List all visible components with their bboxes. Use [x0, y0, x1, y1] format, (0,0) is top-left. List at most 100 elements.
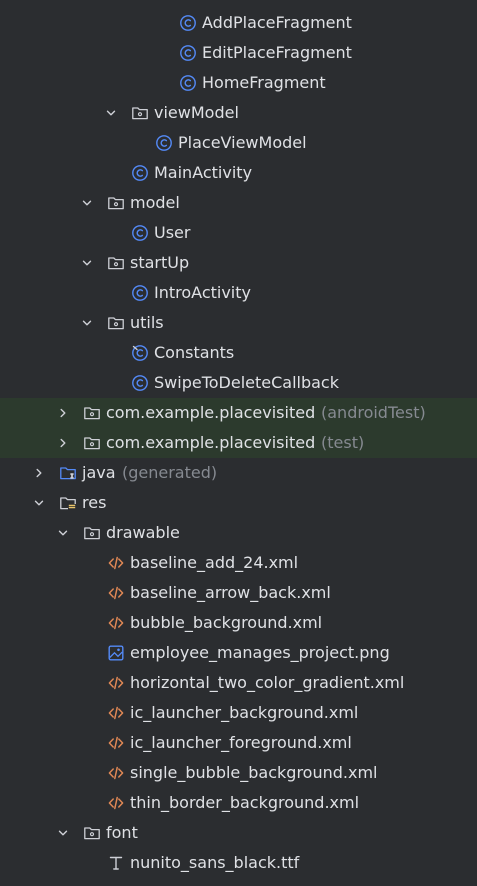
- tree-row[interactable]: drawable: [0, 518, 477, 548]
- class-icon: [131, 284, 149, 302]
- tree-item-label: MainActivity: [154, 163, 253, 182]
- tree-row[interactable]: IntroActivity: [0, 278, 477, 308]
- tree-row[interactable]: utils: [0, 308, 477, 338]
- package-folder-icon: [83, 404, 101, 422]
- tree-row[interactable]: com.example.placevisited (test): [0, 428, 477, 458]
- tree-row[interactable]: viewModel: [0, 98, 477, 128]
- tree-item-label: single_bubble_background.xml: [130, 763, 378, 782]
- tree-row[interactable]: PlaceViewModel: [0, 128, 477, 158]
- class-icon: [131, 164, 149, 182]
- class-icon: [131, 224, 149, 242]
- tree-item-label: baseline_add_24.xml: [130, 553, 299, 572]
- tree-row[interactable]: ic_launcher_foreground.xml: [0, 728, 477, 758]
- tree-row[interactable]: AddPlaceFragment: [0, 8, 477, 38]
- tree-item-label: EditPlaceFragment: [202, 43, 352, 62]
- xml-file-icon: [107, 764, 125, 782]
- chevron-down-icon[interactable]: [80, 308, 94, 338]
- tree-row[interactable]: Constants: [0, 338, 477, 368]
- chevron-down-icon[interactable]: [56, 818, 70, 848]
- xml-file-icon: [107, 674, 125, 692]
- tree-item-label: res: [82, 493, 107, 512]
- xml-file-icon: [107, 554, 125, 572]
- generated-source-folder-icon: [59, 464, 77, 482]
- tree-item-suffix: (generated): [122, 463, 218, 482]
- tree-row[interactable]: User: [0, 218, 477, 248]
- tree-item-label: nunito_sans_black.ttf: [130, 853, 300, 872]
- xml-file-icon: [107, 734, 125, 752]
- package-folder-icon: [107, 194, 125, 212]
- xml-file-icon: [107, 704, 125, 722]
- tree-item-label: viewModel: [154, 103, 239, 122]
- tree-item-label: com.example.placevisited: [106, 433, 316, 452]
- tree-item-label: ic_launcher_foreground.xml: [130, 733, 352, 752]
- package-folder-icon: [83, 824, 101, 842]
- tree-item-label: thin_border_background.xml: [130, 793, 360, 812]
- xml-file-icon: [107, 614, 125, 632]
- tree-item-label: SwipeToDeleteCallback: [154, 373, 339, 392]
- font-file-icon: [107, 854, 125, 872]
- tree-row[interactable]: MainActivity: [0, 158, 477, 188]
- tree-row[interactable]: [0, 878, 477, 886]
- tree-row[interactable]: employee_manages_project.png: [0, 638, 477, 668]
- xml-file-icon: [107, 584, 125, 602]
- image-file-icon: [107, 644, 125, 662]
- tree-item-label: baseline_arrow_back.xml: [130, 583, 331, 602]
- tree-row[interactable]: font: [0, 818, 477, 848]
- class-icon: [179, 44, 197, 62]
- tree-item-label: model: [130, 193, 180, 212]
- tree-row[interactable]: single_bubble_background.xml: [0, 758, 477, 788]
- tree-row[interactable]: HomeFragment: [0, 68, 477, 98]
- object-class-icon: [131, 344, 149, 362]
- tree-item-label: utils: [130, 313, 164, 332]
- tree-row[interactable]: ic_launcher_background.xml: [0, 698, 477, 728]
- tree-row[interactable]: model: [0, 188, 477, 218]
- class-icon: [179, 74, 197, 92]
- chevron-down-icon[interactable]: [56, 518, 70, 548]
- tree-item-label: com.example.placevisited: [106, 403, 316, 422]
- chevron-down-icon[interactable]: [80, 188, 94, 218]
- chevron-right-icon[interactable]: [56, 428, 70, 458]
- tree-row[interactable]: horizontal_two_color_gradient.xml: [0, 668, 477, 698]
- tree-item-label: IntroActivity: [154, 283, 251, 302]
- tree-row[interactable]: com.example.placevisited (androidTest): [0, 398, 477, 428]
- chevron-down-icon[interactable]: [32, 488, 46, 518]
- tree-item-label: horizontal_two_color_gradient.xml: [130, 673, 405, 692]
- tree-row[interactable]: thin_border_background.xml: [0, 788, 477, 818]
- chevron-down-icon[interactable]: [104, 98, 118, 128]
- tree-row[interactable]: bubble_background.xml: [0, 608, 477, 638]
- tree-item-label: HomeFragment: [202, 73, 326, 92]
- tree-item-suffix: (androidTest): [321, 403, 426, 422]
- tree-item-label: AddPlaceFragment: [202, 13, 352, 32]
- chevron-right-icon[interactable]: [56, 398, 70, 428]
- tree-row[interactable]: SwipeToDeleteCallback: [0, 368, 477, 398]
- tree-item-label: drawable: [106, 523, 180, 542]
- tree-row[interactable]: nunito_sans_black.ttf: [0, 848, 477, 878]
- class-icon: [131, 374, 149, 392]
- package-folder-icon: [107, 314, 125, 332]
- tree-item-suffix: (test): [321, 433, 365, 452]
- package-folder-icon: [83, 434, 101, 452]
- tree-item-label: startUp: [130, 253, 190, 272]
- package-folder-icon: [107, 254, 125, 272]
- tree-row[interactable]: baseline_arrow_back.xml: [0, 578, 477, 608]
- xml-file-icon: [107, 794, 125, 812]
- package-folder-icon: [83, 524, 101, 542]
- chevron-right-icon[interactable]: [32, 458, 46, 488]
- tree-row[interactable]: java (generated): [0, 458, 477, 488]
- tree-item-label: PlaceViewModel: [178, 133, 307, 152]
- tree-item-label: Constants: [154, 343, 235, 362]
- tree-item-label: User: [154, 223, 191, 242]
- tree-row[interactable]: res: [0, 488, 477, 518]
- tree-row[interactable]: baseline_add_24.xml: [0, 548, 477, 578]
- package-folder-icon: [131, 104, 149, 122]
- tree-item-label: bubble_background.xml: [130, 613, 323, 632]
- tree-item-label: ic_launcher_background.xml: [130, 703, 359, 722]
- tree-row[interactable]: startUp: [0, 248, 477, 278]
- class-icon: [179, 14, 197, 32]
- class-icon: [155, 134, 173, 152]
- tree-row[interactable]: EditPlaceFragment: [0, 38, 477, 68]
- tree-item-label: java: [82, 463, 116, 482]
- tree-item-label: employee_manages_project.png: [130, 643, 390, 662]
- chevron-down-icon[interactable]: [80, 248, 94, 278]
- resource-folder-icon: [59, 494, 77, 512]
